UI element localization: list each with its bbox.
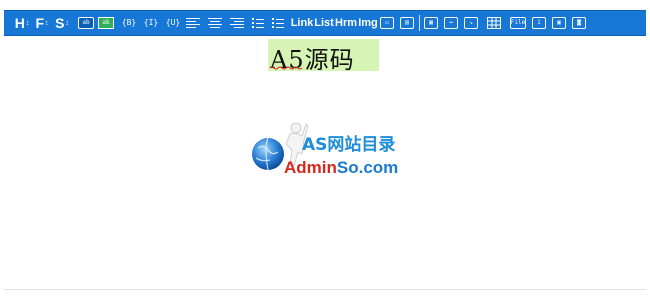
insert-link-button[interactable]: Link bbox=[290, 14, 314, 32]
logo-text-en-so: So.com bbox=[336, 158, 399, 177]
font-label: F bbox=[35, 15, 45, 31]
logo-text-en: AdminSo.com bbox=[284, 158, 398, 178]
chart-icon-button[interactable]: ↘ bbox=[464, 17, 478, 29]
align-left-button[interactable] bbox=[186, 14, 200, 32]
underline-tag-label: {U} bbox=[165, 18, 181, 27]
info-icon: i bbox=[537, 19, 541, 26]
font-size-icon: ↕ bbox=[45, 19, 49, 27]
insert-image-button[interactable]: Img bbox=[358, 14, 378, 32]
logo-text-en-admin: Admin bbox=[284, 158, 337, 177]
box-icon: ▭ bbox=[385, 19, 389, 26]
insert-hr-label: Hrm bbox=[335, 16, 358, 29]
text-box-button[interactable]: ab bbox=[78, 17, 94, 29]
heading-h-size-icon: ↕ bbox=[25, 19, 30, 27]
size-button[interactable]: S ↕ bbox=[54, 14, 70, 32]
code-icon-button[interactable]: ◙ bbox=[572, 17, 586, 29]
align-center-button[interactable] bbox=[208, 14, 222, 32]
align-right-button[interactable] bbox=[230, 14, 244, 32]
insert-list-label: List bbox=[314, 16, 334, 29]
highlight-box-button[interactable]: ab bbox=[98, 17, 114, 29]
dash-icon: ↔ bbox=[449, 19, 453, 26]
chart-icon: ↘ bbox=[469, 19, 473, 26]
frame-icon: ▤ bbox=[405, 19, 409, 26]
italic-tag-button[interactable]: {I} bbox=[142, 14, 160, 32]
highlight-box-label: ab bbox=[102, 19, 110, 26]
insert-list-button[interactable]: List bbox=[314, 14, 334, 32]
italic-tag-label: {I} bbox=[143, 18, 159, 27]
frame-icon-button[interactable]: ▤ bbox=[400, 17, 414, 29]
logo-text-cn: AS网站目录 bbox=[302, 135, 396, 155]
media-icon: ▣ bbox=[557, 19, 561, 26]
dash-icon-button[interactable]: ↔ bbox=[444, 17, 458, 29]
insert-hr-button[interactable]: Hrm bbox=[335, 14, 358, 32]
code-icon: ◙ bbox=[577, 19, 581, 26]
heading-h-label: H bbox=[14, 15, 25, 31]
globe-icon bbox=[252, 138, 284, 170]
font-button[interactable]: F ↕ bbox=[34, 14, 50, 32]
ordered-list-button[interactable] bbox=[252, 14, 266, 32]
toolbar-separator bbox=[419, 15, 420, 31]
text-box-label: ab bbox=[82, 19, 90, 26]
grid-icon-button[interactable]: ▦ bbox=[424, 17, 438, 29]
size-label: S bbox=[55, 15, 65, 31]
table-button[interactable] bbox=[486, 14, 502, 32]
underline-tag-button[interactable]: {U} bbox=[164, 14, 182, 32]
insert-link-label: Link bbox=[290, 16, 314, 29]
grid-icon: ▦ bbox=[429, 19, 433, 26]
bold-tag-label: {B} bbox=[121, 18, 137, 27]
file-label: File bbox=[510, 19, 526, 26]
file-button[interactable]: File bbox=[510, 17, 526, 29]
editor-bottom-border bbox=[4, 289, 646, 290]
size-size-icon: ↕ bbox=[65, 19, 69, 27]
box-icon-button[interactable]: ▭ bbox=[380, 17, 394, 29]
spellcheck-underline bbox=[270, 66, 303, 70]
insert-image-label: Img bbox=[358, 16, 378, 29]
heading-h-button[interactable]: H ↕ bbox=[14, 14, 30, 32]
media-icon-button[interactable]: ▣ bbox=[552, 17, 566, 29]
info-icon-button[interactable]: i bbox=[532, 17, 546, 29]
editor-toolbar: H ↕ F ↕ S ↕ ab ab {B} {I} {U} Link List Hrm… bbox=[4, 10, 646, 36]
unordered-list-button[interactable] bbox=[272, 14, 286, 32]
table-icon bbox=[487, 17, 501, 29]
bold-tag-button[interactable]: {B} bbox=[120, 14, 138, 32]
